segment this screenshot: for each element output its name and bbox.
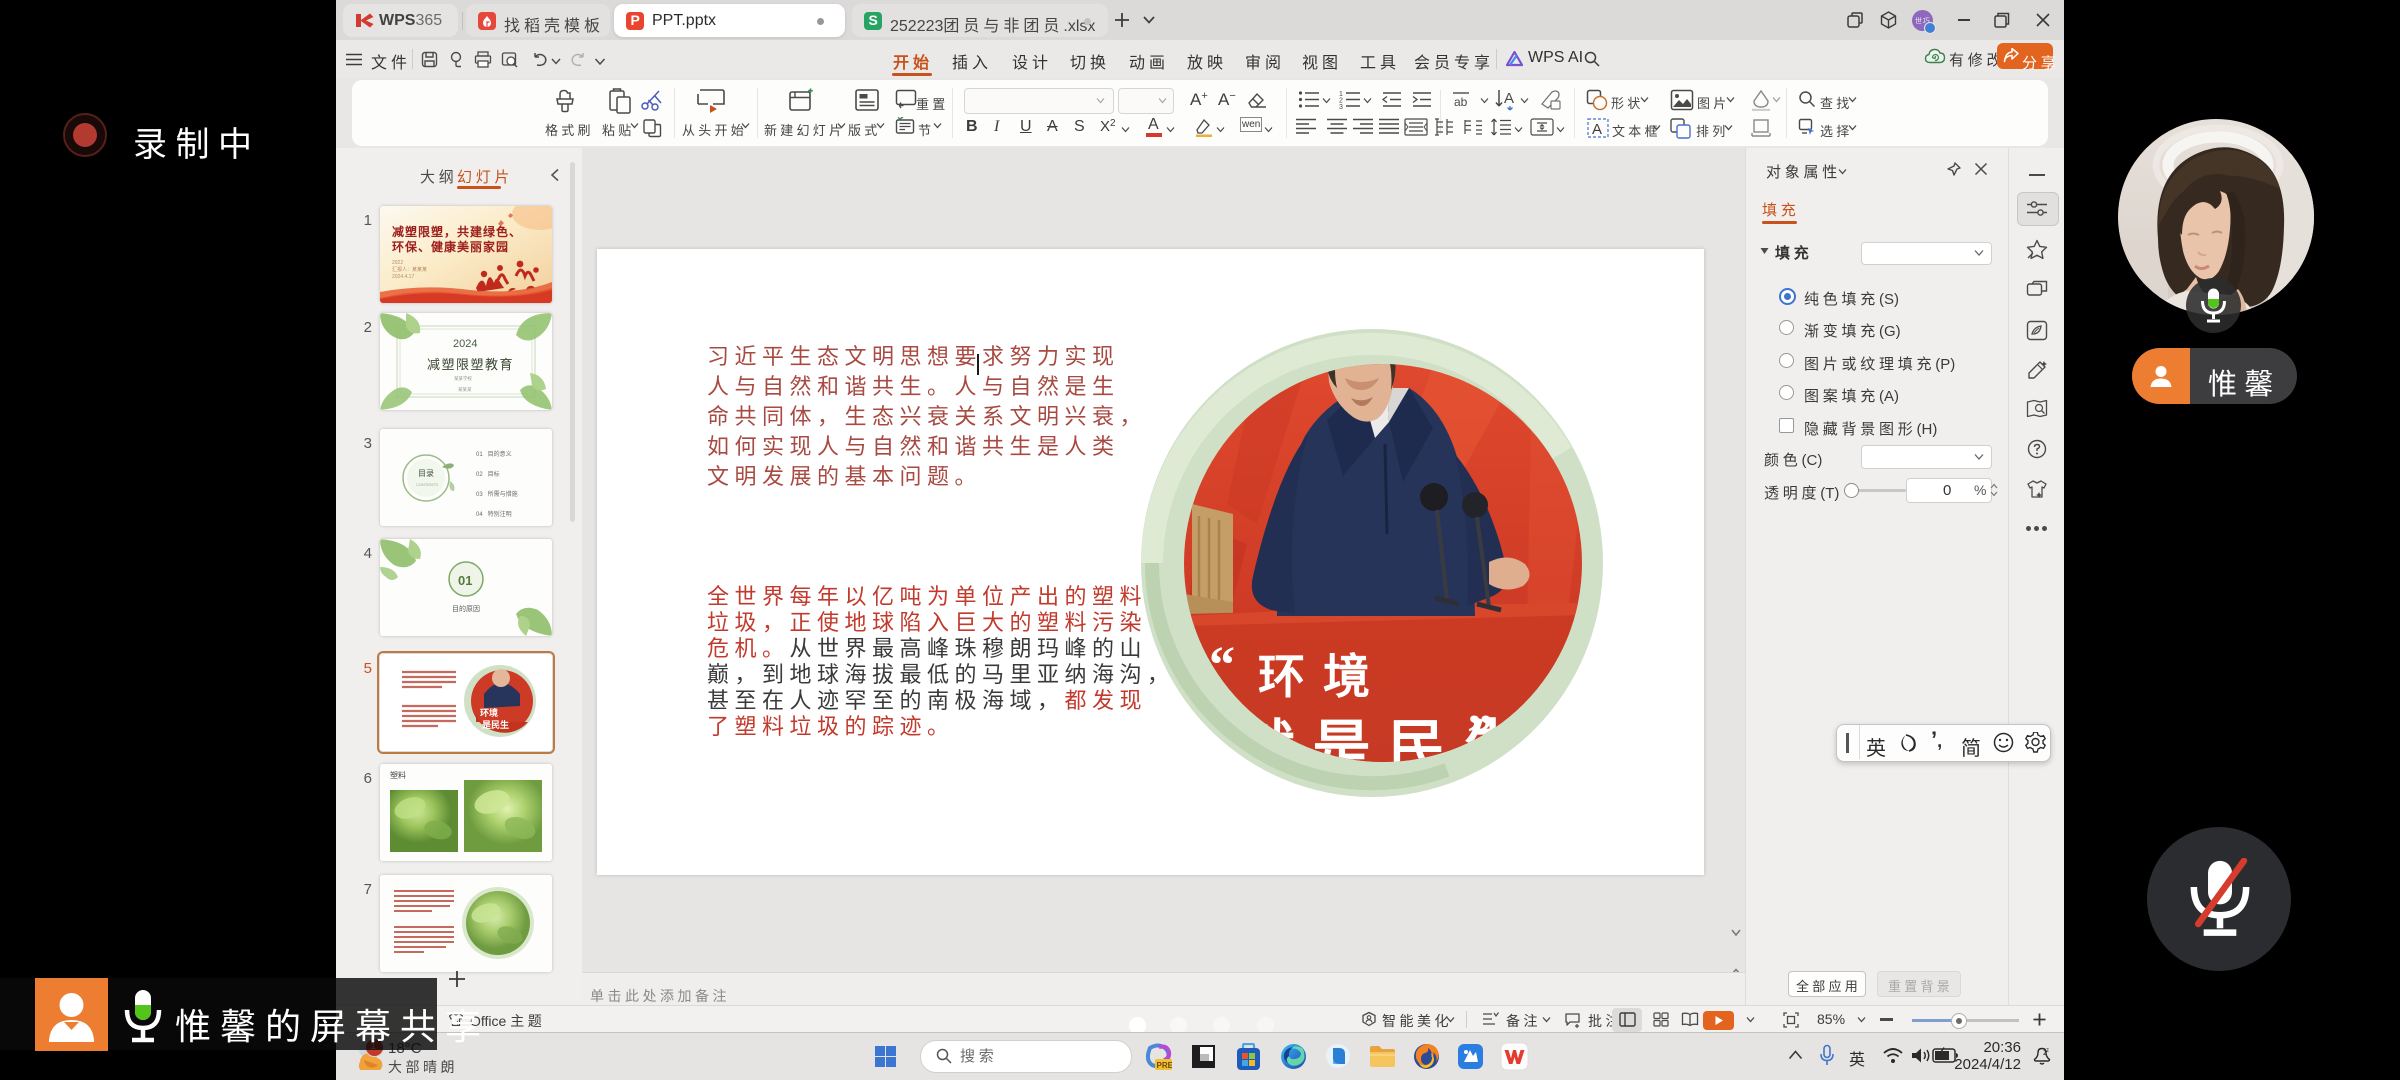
svg-text:目录: 目录: [418, 469, 434, 478]
svg-text:A: A: [1592, 121, 1602, 138]
svg-text:03 所需与措施: 03 所需与措施: [476, 490, 518, 498]
svg-text:A: A: [1504, 90, 1514, 107]
svg-text:环境: 环境: [480, 707, 498, 718]
svg-text:减塑限塑教育: 减塑限塑教育: [427, 357, 514, 372]
svg-text:z: z: [2046, 1048, 2049, 1054]
svg-text:01 目的意义: 01 目的意义: [476, 450, 512, 458]
svg-text:环保、健康美丽家园: 环保、健康美丽家园: [392, 239, 509, 254]
svg-text:减塑限塑，共建绿色、: 减塑限塑，共建绿色、: [392, 224, 522, 239]
svg-text:塑料: 塑料: [390, 770, 406, 780]
svg-text:ab: ab: [1454, 95, 1468, 108]
svg-text:汇报人：某某某: 汇报人：某某某: [392, 266, 427, 273]
svg-text:是民生: 是民生: [481, 719, 509, 730]
svg-text:某某学校: 某某学校: [454, 375, 472, 382]
svg-text:01: 01: [458, 573, 472, 588]
svg-text:3: 3: [1339, 104, 1343, 109]
svg-text:PRE: PRE: [1157, 1061, 1173, 1070]
svg-text:02 目标: 02 目标: [476, 470, 500, 478]
svg-text:2024.4.17: 2024.4.17: [392, 274, 414, 280]
svg-text:2024: 2024: [453, 338, 477, 350]
svg-text:环境: 环境: [1258, 650, 1388, 703]
svg-text:2022: 2022: [392, 260, 403, 266]
svg-text:CONTENTS: CONTENTS: [416, 482, 438, 487]
svg-text:目的原因: 目的原因: [452, 604, 480, 613]
svg-text:04 特别注明: 04 特别注明: [476, 510, 512, 518]
